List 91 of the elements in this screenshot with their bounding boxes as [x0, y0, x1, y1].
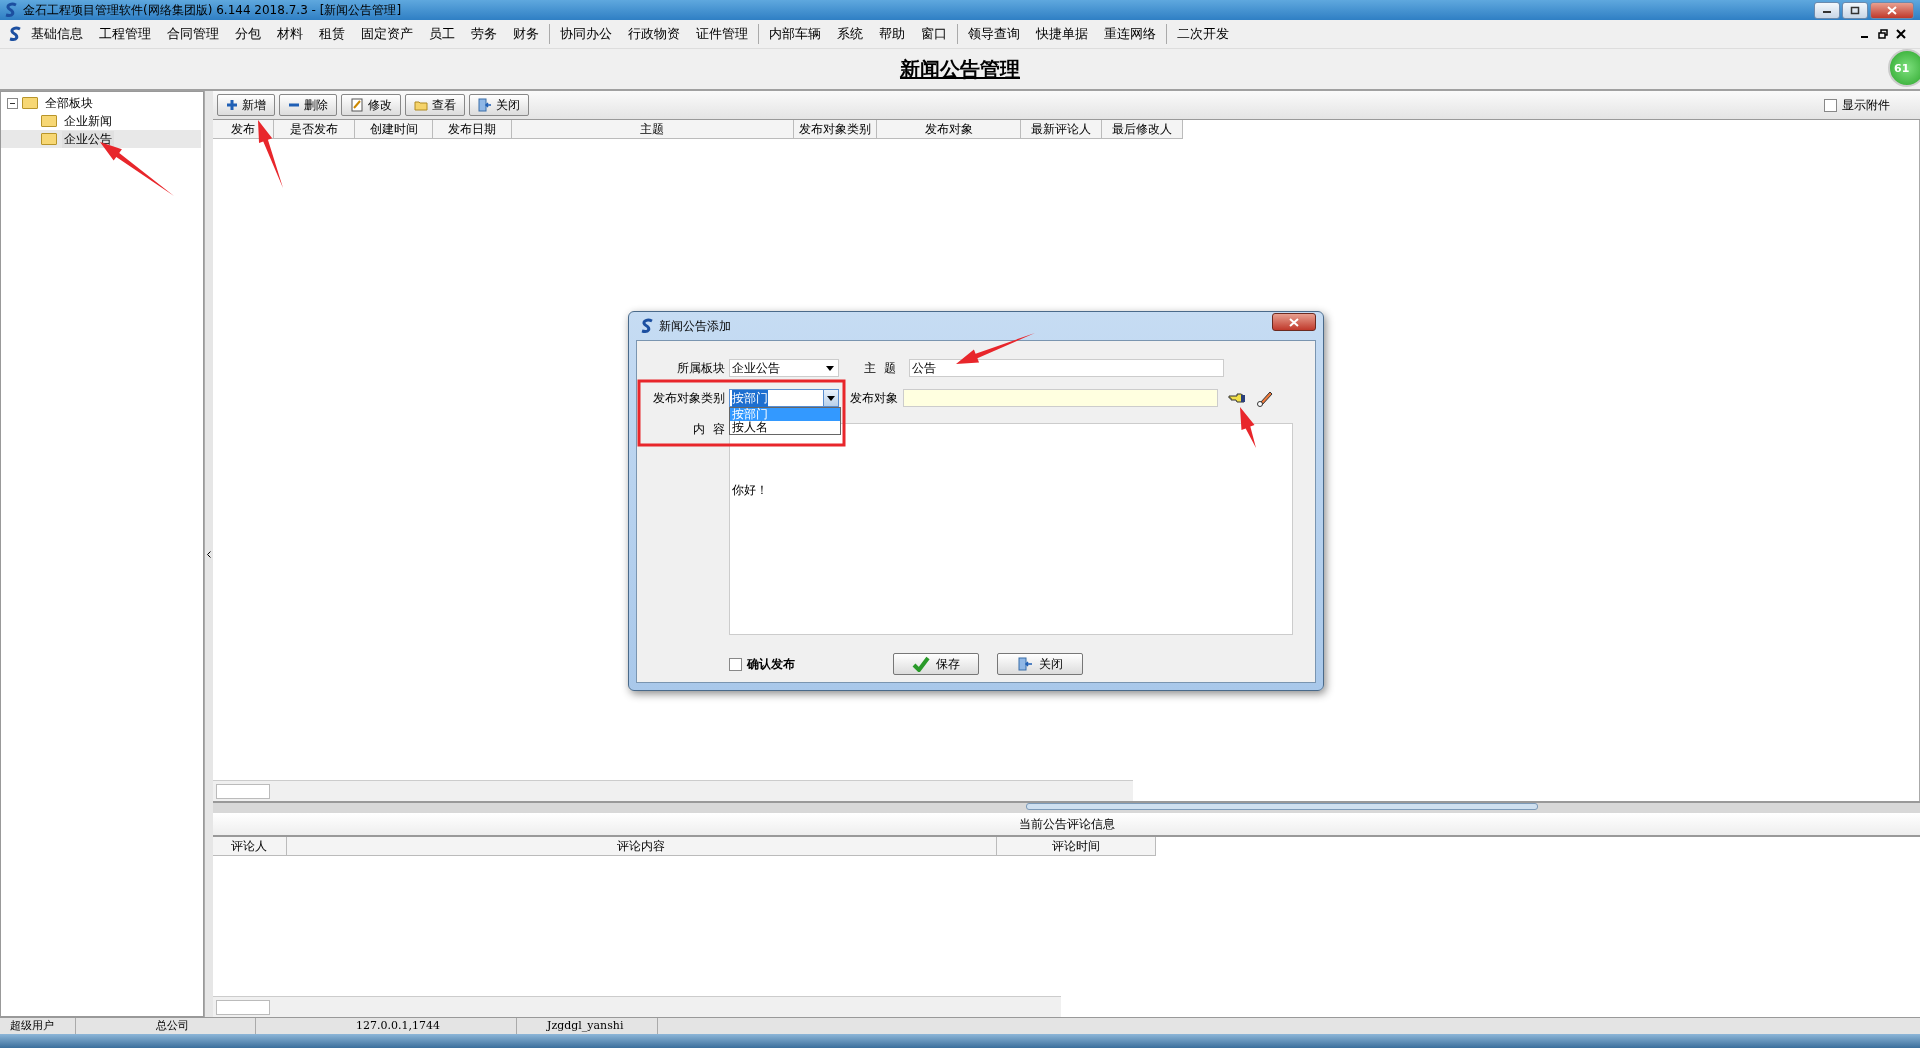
- input-field[interactable]: 公告: [909, 359, 1224, 377]
- toolbar-button[interactable]: 修改: [341, 94, 401, 116]
- app-logo-icon: [639, 318, 655, 334]
- collapse-icon[interactable]: [7, 97, 18, 109]
- dropdown-field[interactable]: 企业公告: [729, 359, 839, 377]
- menu-item[interactable]: 财务: [505, 25, 547, 43]
- menu-item[interactable]: 合同管理: [159, 25, 227, 43]
- toolbar-button[interactable]: 查看: [405, 94, 465, 116]
- input-field[interactable]: [903, 389, 1218, 407]
- close-icon: [1887, 5, 1897, 15]
- column-header[interactable]: 主题: [511, 120, 794, 138]
- close-button[interactable]: 关闭: [997, 653, 1083, 675]
- folder-icon: [41, 133, 57, 145]
- eraser-pen-icon[interactable]: [1256, 389, 1274, 407]
- menu-item[interactable]: 租赁: [311, 25, 353, 43]
- chevron-left-icon[interactable]: [207, 550, 211, 558]
- close-button[interactable]: [1870, 1, 1914, 19]
- toolbar-button[interactable]: 删除: [279, 94, 337, 116]
- folder-icon: [41, 115, 57, 127]
- close-icon: [1289, 317, 1299, 327]
- window-title: 金石工程项目管理软件(网络集团版) 6.144 2018.7.3 - [新闻公告管理]: [23, 1, 402, 19]
- field-label: 发布对象: [849, 389, 899, 407]
- field-label: 所属板块: [676, 359, 725, 377]
- tree-item[interactable]: 企业新闻: [62, 112, 114, 130]
- menu-item[interactable]: 协同办公: [552, 25, 620, 43]
- menu-item[interactable]: 二次开发: [1169, 25, 1237, 43]
- menu-item[interactable]: 工程管理: [91, 25, 159, 43]
- menu-item[interactable]: 固定资产: [353, 25, 421, 43]
- column-header[interactable]: 创建时间: [355, 120, 434, 138]
- menu-item[interactable]: 内部车辆: [761, 25, 829, 43]
- menu-item[interactable]: 员工: [421, 25, 463, 43]
- document-edit-icon: [350, 98, 364, 112]
- field-label: 主 题: [863, 359, 897, 377]
- menu-item[interactable]: 系统: [829, 25, 871, 43]
- close-button[interactable]: [1272, 313, 1316, 331]
- maximize-button[interactable]: [1842, 1, 1868, 19]
- restore-icon[interactable]: [1878, 29, 1888, 39]
- menu-item[interactable]: 重连网络: [1096, 25, 1164, 43]
- column-header[interactable]: 最新评论人: [1021, 120, 1103, 138]
- app-logo-icon: [3, 2, 19, 18]
- page-title: 新闻公告管理: [900, 55, 1020, 83]
- exit-door-icon: [1017, 656, 1033, 672]
- close-icon[interactable]: [1896, 29, 1906, 39]
- exit-door-icon: [478, 98, 492, 112]
- checkbox-label: 确认发布: [747, 655, 795, 673]
- plus-icon: [226, 99, 238, 111]
- column-header[interactable]: 发布日期: [433, 120, 512, 138]
- save-button[interactable]: 保存: [893, 653, 979, 675]
- checkbox-label: 显示附件: [1842, 96, 1890, 114]
- menu-item[interactable]: 行政物资: [620, 25, 688, 43]
- pointing-hand-icon[interactable]: [1228, 391, 1246, 405]
- horizontal-scrollbar[interactable]: [213, 780, 1133, 801]
- menu-item[interactable]: 材料: [269, 25, 311, 43]
- dropdown-option[interactable]: 按人名: [730, 421, 840, 434]
- horizontal-scrollbar[interactable]: [213, 996, 1061, 1017]
- minimize-button[interactable]: [1814, 1, 1840, 19]
- menu-item[interactable]: 领导查询: [960, 25, 1028, 43]
- app-logo-icon: [7, 26, 23, 42]
- dialog-title: 新闻公告添加: [659, 317, 731, 335]
- annotation-arrow: [1240, 407, 1256, 448]
- dropdown-arrow-icon: [826, 365, 834, 371]
- column-header[interactable]: 评论时间: [997, 837, 1157, 855]
- column-header[interactable]: 是否发布: [274, 120, 356, 138]
- menu-item[interactable]: 帮助: [871, 25, 913, 43]
- section-title: 当前公告评论信息: [213, 813, 1920, 837]
- menu-item[interactable]: 分包: [227, 25, 269, 43]
- column-header[interactable]: 发布对象类别: [793, 120, 877, 138]
- toolbar-button[interactable]: 关闭: [469, 94, 529, 116]
- menu-item[interactable]: 劳务: [463, 25, 505, 43]
- checkmark-icon: [912, 656, 930, 672]
- tree-item[interactable]: 全部板块: [43, 94, 95, 112]
- menu-item[interactable]: 窗口: [913, 25, 955, 43]
- field-label: 内 容: [692, 421, 725, 438]
- checkbox[interactable]: [1824, 98, 1837, 112]
- splitter-handle[interactable]: [204, 91, 213, 1017]
- menu-item[interactable]: 证件管理: [688, 25, 756, 43]
- folder-icon: [414, 99, 428, 111]
- checkbox[interactable]: [729, 657, 742, 671]
- field-label: 发布对象类别: [652, 389, 725, 407]
- toolbar-button[interactable]: 新增: [217, 94, 275, 116]
- menu-item[interactable]: 快捷单据: [1028, 25, 1096, 43]
- menu-item[interactable]: 基础信息: [23, 25, 91, 43]
- maximize-icon: [1850, 5, 1860, 15]
- annotation-arrow: [258, 120, 283, 188]
- dropdown-arrow-icon[interactable]: [827, 395, 835, 401]
- folder-icon: [22, 97, 38, 109]
- column-header[interactable]: 评论人: [213, 837, 287, 855]
- column-header[interactable]: 最后修改人: [1102, 120, 1184, 138]
- splitter-handle[interactable]: [213, 801, 1920, 813]
- column-header[interactable]: 评论内容: [286, 837, 997, 855]
- column-header[interactable]: 发布对象: [876, 120, 1022, 138]
